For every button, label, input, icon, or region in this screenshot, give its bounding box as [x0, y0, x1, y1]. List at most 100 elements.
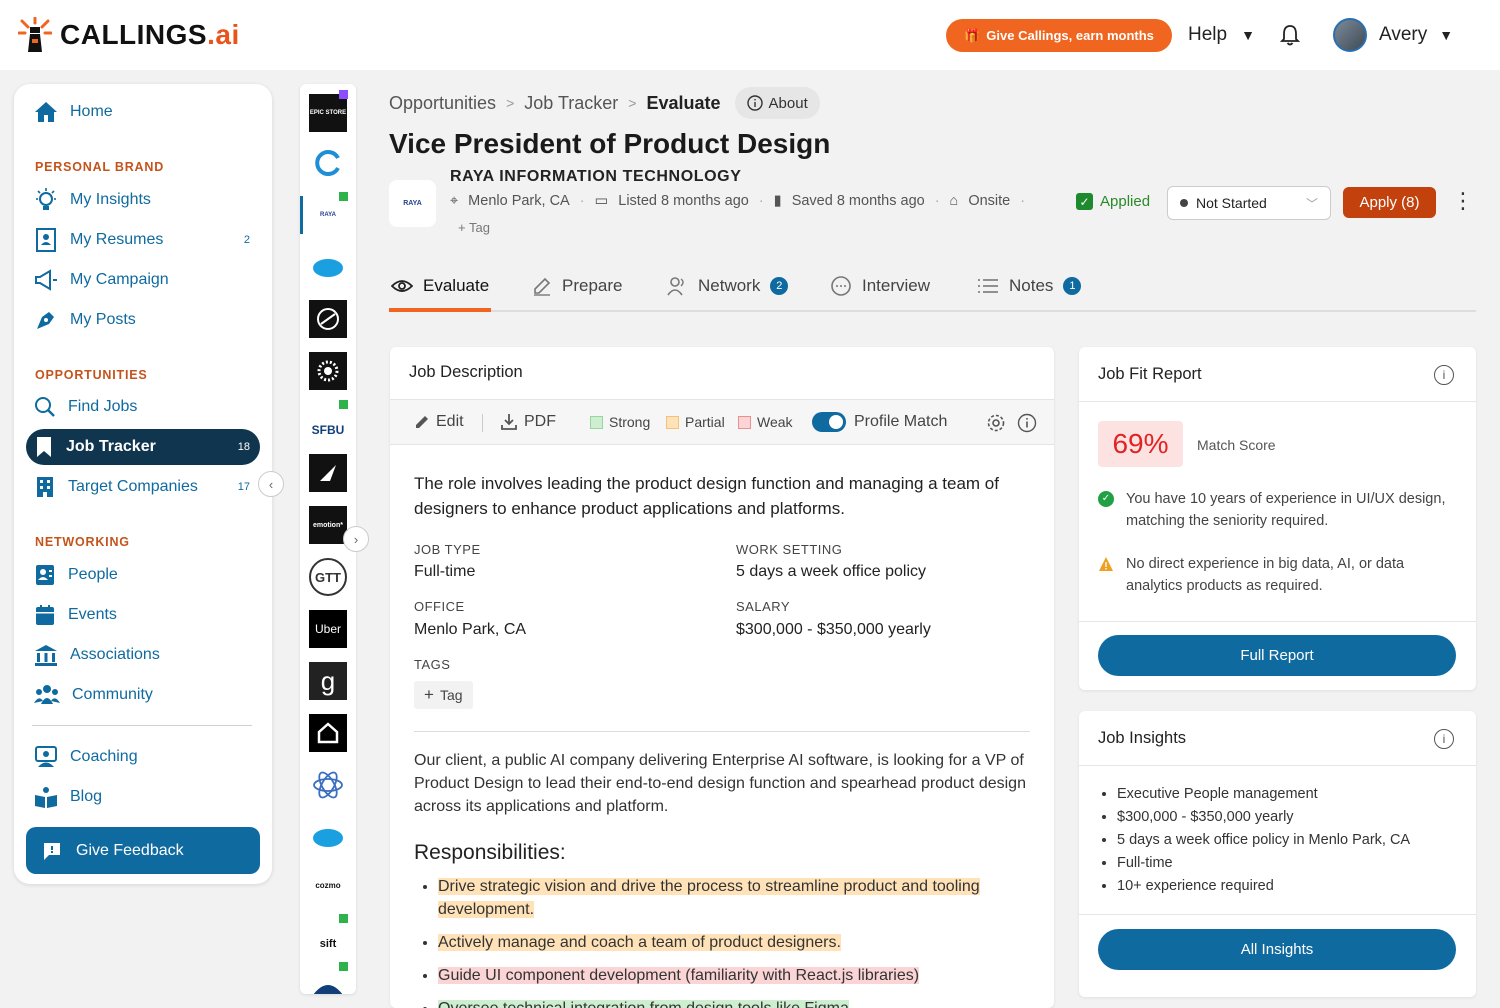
collapse-sidebar-button[interactable]: ‹ — [258, 471, 284, 497]
sidebar-item-my-resumes[interactable]: My Resumes 2 — [32, 222, 260, 258]
company-logo-dark-3[interactable] — [309, 454, 347, 492]
breadcrumb-current: Evaluate — [646, 92, 721, 113]
sidebar-item-community[interactable]: Community — [32, 677, 260, 713]
company-logo-text: SFBU — [311, 423, 345, 437]
company-logo-raya[interactable]: RAYA — [309, 192, 348, 234]
highlight-strong: Oversee technical integration from desig… — [438, 1000, 849, 1008]
strong-swatch — [590, 415, 603, 429]
calendar-icon — [36, 605, 54, 625]
caret-down-icon: ▼ — [1241, 27, 1255, 43]
status-dot — [339, 962, 348, 971]
company-logo-salesforce-2[interactable] — [309, 818, 347, 856]
company-name[interactable]: RAYA INFORMATION TECHNOLOGY — [450, 168, 741, 186]
institution-icon — [35, 645, 57, 666]
tab-evaluate[interactable]: Evaluate — [391, 262, 489, 310]
settings-gear-icon[interactable] — [986, 413, 1006, 438]
sidebar-item-people[interactable]: People — [32, 557, 260, 593]
company-logo-dark-2[interactable] — [309, 352, 347, 390]
company-logo-epic[interactable]: EPIC STORE — [309, 90, 348, 132]
tab-network[interactable]: Network 2 — [666, 262, 789, 310]
help-menu[interactable]: Help ▼ — [1188, 24, 1255, 46]
company-logo-uber[interactable]: Uber — [309, 610, 347, 648]
sidebar-item-blog[interactable]: Blog — [32, 779, 260, 815]
building-icon — [37, 477, 53, 497]
company-logo-dark-1[interactable] — [309, 300, 347, 338]
add-tag-chip[interactable]: + Tag — [414, 681, 473, 709]
full-report-button[interactable]: Full Report — [1098, 635, 1456, 676]
sidebar-item-my-insights[interactable]: My Insights — [32, 182, 260, 218]
company-logo-g[interactable]: g — [309, 662, 347, 700]
active-tab-indicator — [389, 308, 491, 312]
checkmark-icon: ✓ — [1076, 193, 1093, 210]
user-menu[interactable]: Avery ▼ — [1333, 18, 1453, 52]
sidebar-item-find-jobs[interactable]: Find Jobs — [32, 389, 260, 425]
sidebar-item-my-campaign[interactable]: My Campaign — [32, 262, 260, 298]
toggle-switch[interactable] — [812, 412, 846, 432]
company-logo-sift[interactable]: sift — [309, 914, 348, 956]
breadcrumb-opportunities[interactable]: Opportunities — [389, 93, 496, 114]
company-logo-emotion[interactable]: emotion* — [309, 506, 347, 544]
ring-logo-icon — [315, 150, 340, 176]
bookmark-icon: ▮ — [773, 193, 782, 209]
sidebar-item-job-tracker[interactable]: Job Tracker 18 — [26, 429, 260, 465]
give-feedback-button[interactable]: Give Feedback — [26, 827, 260, 874]
about-button[interactable]: About — [734, 87, 820, 119]
cloud-logo-icon — [313, 829, 343, 847]
pdf-download-button[interactable]: PDF — [500, 413, 556, 431]
expand-strip-button[interactable]: › — [343, 526, 369, 552]
coaching-icon — [35, 746, 57, 767]
breadcrumb-job-tracker[interactable]: Job Tracker — [524, 93, 618, 114]
salary-value: $300,000 - $350,000 yearly — [736, 621, 931, 638]
company-logo-text: g — [320, 665, 336, 696]
house-logo-icon — [317, 722, 339, 744]
give-callings-button[interactable]: 🎁 Give Callings, earn months — [946, 19, 1172, 52]
sidebar-item-home[interactable]: Home — [32, 94, 260, 130]
legend-strong: Strong — [590, 414, 650, 430]
notifications-bell-icon[interactable] — [1279, 24, 1301, 51]
more-options-icon[interactable]: ⋮ — [1452, 190, 1474, 212]
company-logo-salesforce[interactable] — [309, 248, 347, 286]
company-logo-gtt[interactable]: GTT — [309, 558, 347, 596]
profile-match-toggle[interactable]: Profile Match — [812, 412, 947, 432]
insights-list: Executive People management $300,000 - $… — [1117, 783, 1410, 898]
edit-button[interactable]: Edit — [414, 413, 464, 431]
tab-label: Notes — [1009, 276, 1054, 295]
sidebar-item-events[interactable]: Events — [32, 597, 260, 633]
company-logo-c[interactable] — [309, 144, 347, 182]
list-item: 5 days a week office policy in Menlo Par… — [1117, 829, 1410, 852]
apply-button[interactable]: Apply (8) — [1343, 187, 1436, 218]
breadcrumb: Opportunities > Job Tracker > Evaluate A… — [389, 87, 820, 119]
legend-label: Partial — [685, 414, 725, 430]
job-description-card: Job Description Edit PDF Strong Partial … — [390, 347, 1054, 1008]
company-logo-sfbu[interactable]: SFBU — [309, 400, 348, 442]
company-logo-atom[interactable] — [309, 766, 347, 804]
jd-toolbar: Edit PDF Strong Partial Weak Profile Mat… — [390, 399, 1054, 445]
company-logo-cozmo[interactable]: cozmo — [309, 866, 347, 904]
all-insights-button[interactable]: All Insights — [1098, 929, 1456, 970]
bookmark-icon — [37, 437, 51, 457]
section-divider — [414, 731, 1030, 732]
sidebar-item-label: Job Tracker — [66, 438, 156, 455]
brand-logo[interactable]: CALLINGS.ai — [18, 16, 240, 54]
tab-interview[interactable]: Interview — [830, 262, 930, 310]
about-label: About — [768, 94, 808, 112]
home-outline-icon: ⌂ — [949, 193, 959, 209]
match-score-label: Match Score — [1197, 437, 1276, 453]
applied-checkbox[interactable]: ✓ Applied — [1076, 193, 1150, 210]
promo-label: Give Callings, earn months — [986, 28, 1154, 43]
sidebar-item-target-companies[interactable]: Target Companies 17 — [32, 469, 260, 505]
company-logo-partial[interactable] — [309, 962, 348, 994]
company-logo-house[interactable] — [309, 714, 347, 752]
status-select[interactable]: Not Started ﹀ — [1167, 186, 1331, 220]
company-logo-text: RAYA — [320, 212, 336, 218]
tab-notes[interactable]: Notes 1 — [977, 262, 1082, 310]
sidebar-item-coaching[interactable]: Coaching — [32, 739, 260, 775]
info-icon[interactable]: i — [1434, 729, 1454, 749]
tab-prepare[interactable]: Prepare — [532, 262, 622, 310]
legend-label: Weak — [757, 414, 793, 430]
sidebar-item-associations[interactable]: Associations — [32, 637, 260, 673]
info-icon[interactable]: i — [1434, 365, 1454, 385]
sidebar-item-my-posts[interactable]: My Posts — [32, 302, 260, 338]
add-tag-link[interactable]: + Tag — [458, 220, 490, 235]
info-icon[interactable] — [1017, 413, 1037, 438]
